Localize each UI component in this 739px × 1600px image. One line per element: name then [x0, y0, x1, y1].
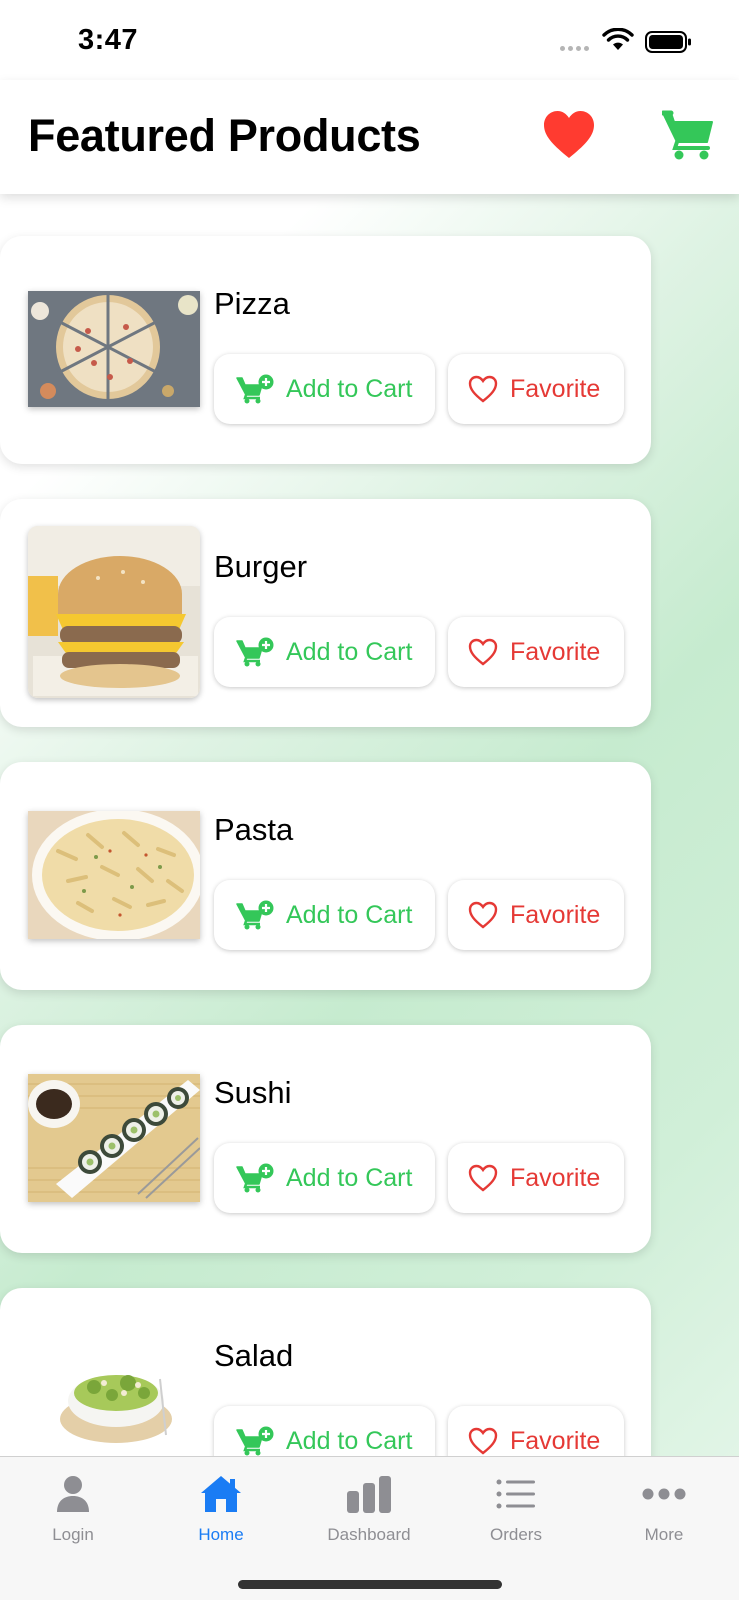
- add-to-cart-label: Add to Cart: [286, 374, 413, 403]
- favorite-button[interactable]: Favorite: [448, 354, 624, 424]
- wifi-icon: [602, 28, 634, 50]
- tab-label: Login: [52, 1525, 94, 1544]
- add-to-cart-button[interactable]: Add to Cart: [214, 354, 435, 424]
- cart-plus-icon: [236, 1163, 274, 1193]
- tab-label: Orders: [490, 1525, 542, 1544]
- tab-dashboard[interactable]: Dashboard: [309, 1471, 429, 1545]
- tab-label: Home: [198, 1525, 244, 1544]
- tab-label: Dashboard: [327, 1525, 411, 1544]
- favorite-label: Favorite: [510, 1163, 601, 1192]
- cart-plus-icon: [236, 374, 274, 404]
- favorite-label: Favorite: [510, 637, 601, 666]
- favorite-button[interactable]: Favorite: [448, 880, 624, 950]
- favorite-button[interactable]: Favorite: [448, 1143, 624, 1213]
- favorite-label: Favorite: [510, 1426, 601, 1455]
- product-name: Pizza: [214, 286, 290, 321]
- product-name: Pasta: [214, 812, 294, 847]
- app-header: Featured Products: [0, 80, 739, 194]
- favorite-button[interactable]: Favorite: [448, 617, 624, 687]
- product-card: Pasta Add to Cart Favorite: [0, 762, 651, 990]
- tab-home[interactable]: Home: [161, 1471, 281, 1545]
- product-image-pizza: [28, 291, 200, 407]
- status-time: 3:47: [78, 24, 139, 56]
- heart-outline-icon: [468, 1164, 498, 1192]
- product-name: Burger: [214, 549, 308, 584]
- cart-plus-icon: [236, 900, 274, 930]
- product-image-sushi: [28, 1074, 200, 1202]
- favorite-label: Favorite: [510, 374, 601, 403]
- add-to-cart-button[interactable]: Add to Cart: [214, 880, 435, 950]
- page-title: Featured Products: [28, 110, 421, 161]
- product-image-burger: [28, 526, 200, 698]
- add-to-cart-label: Add to Cart: [286, 1426, 413, 1455]
- tab-label: More: [644, 1525, 684, 1544]
- tab-login[interactable]: Login: [13, 1471, 133, 1545]
- product-card: Burger Add to Cart Favorite: [0, 499, 651, 727]
- heart-outline-icon: [468, 1427, 498, 1455]
- add-to-cart-label: Add to Cart: [286, 900, 413, 929]
- bar-chart-icon: [347, 1476, 391, 1513]
- product-name: Sushi: [214, 1075, 292, 1110]
- battery-icon: [645, 31, 691, 53]
- heart-icon[interactable]: [543, 110, 595, 160]
- heart-outline-icon: [468, 638, 498, 666]
- add-to-cart-label: Add to Cart: [286, 1163, 413, 1192]
- heart-outline-icon: [468, 375, 498, 403]
- favorite-label: Favorite: [510, 900, 601, 929]
- product-card: Pizza Add to Cart Favorite: [0, 236, 651, 464]
- add-to-cart-button[interactable]: Add to Cart: [214, 617, 435, 687]
- add-to-cart-label: Add to Cart: [286, 637, 413, 666]
- status-bar: 3:47: [0, 0, 739, 80]
- cart-plus-icon: [236, 637, 274, 667]
- heart-outline-icon: [468, 901, 498, 929]
- list-icon: [496, 1479, 535, 1509]
- person-icon: [57, 1476, 89, 1512]
- product-image-pasta: [28, 811, 200, 939]
- tab-orders[interactable]: Orders: [456, 1471, 576, 1545]
- ellipsis-icon: [642, 1488, 686, 1500]
- add-to-cart-button[interactable]: Add to Cart: [214, 1143, 435, 1213]
- tab-bar: Login Home Dashboard Orders More: [0, 1456, 739, 1600]
- home-indicator: [238, 1580, 502, 1589]
- product-name: Salad: [214, 1338, 294, 1373]
- tab-more[interactable]: More: [604, 1471, 724, 1545]
- cart-plus-icon: [236, 1426, 274, 1456]
- signal-icon: [560, 46, 589, 51]
- house-icon: [201, 1476, 241, 1512]
- product-card: Sushi Add to Cart Favorite: [0, 1025, 651, 1253]
- cart-icon[interactable]: [662, 110, 714, 160]
